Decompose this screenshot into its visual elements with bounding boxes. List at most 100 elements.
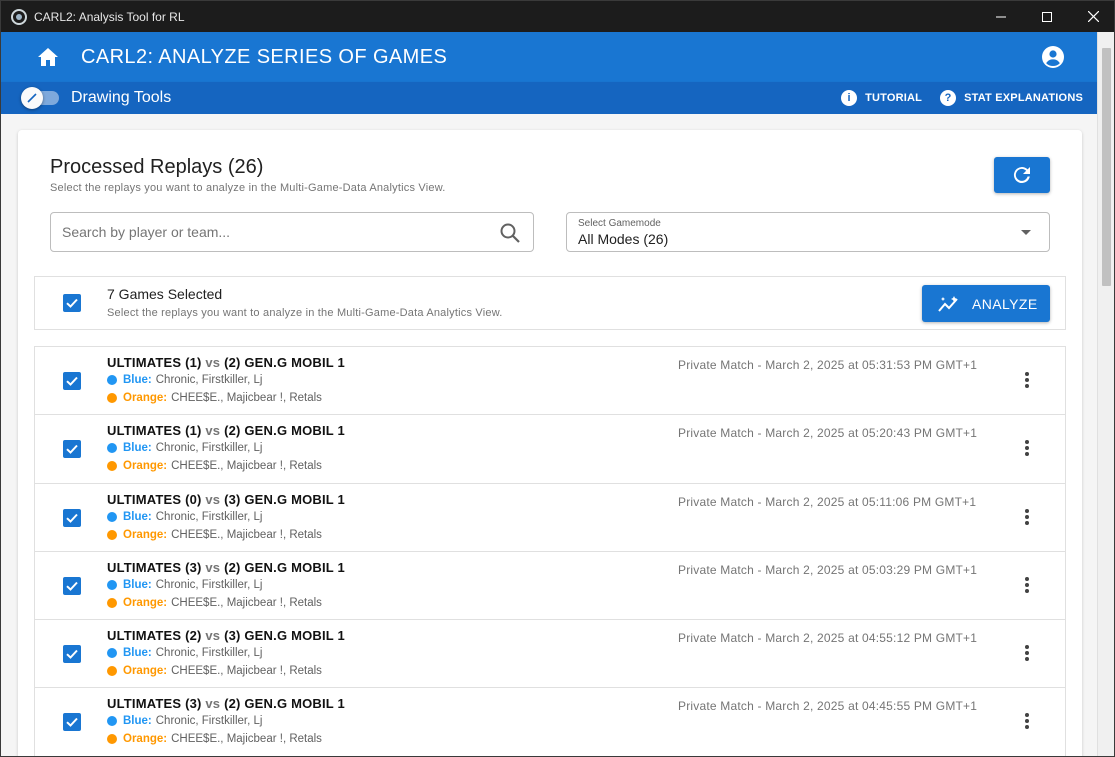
refresh-button[interactable] — [994, 157, 1050, 193]
more-vert-dot — [1025, 520, 1029, 525]
home-icon — [38, 48, 58, 66]
blue-team-dot — [107, 375, 117, 385]
replay-row[interactable]: ULTIMATES (3) vs (2) GEN.G MOBIL 1 Blue:… — [35, 552, 1065, 621]
more-options-button[interactable] — [1017, 507, 1037, 527]
replay-match-title: ULTIMATES (3) vs (2) GEN.G MOBIL 1 — [107, 560, 345, 575]
team-2: (2) GEN.G MOBIL 1 — [224, 423, 345, 439]
drawing-tools-toggle[interactable] — [21, 87, 59, 109]
blue-team-label: Blue: — [123, 715, 152, 728]
orange-team-label: Orange: — [123, 596, 168, 609]
checkmark-icon — [66, 513, 78, 523]
replay-checkbox[interactable] — [63, 576, 81, 595]
tutorial-label: TUTORIAL — [865, 92, 923, 104]
search-input[interactable] — [62, 222, 482, 242]
account-button[interactable] — [1041, 45, 1065, 69]
team-1: ULTIMATES (3) — [107, 696, 202, 712]
search-icon[interactable] — [499, 222, 521, 244]
replay-meta: Private Match - March 2, 2025 at 04:45:5… — [678, 699, 978, 714]
blue-team-players: Chronic, Firstkiller, Lj — [155, 715, 263, 728]
replay-row[interactable]: ULTIMATES (1) vs (2) GEN.G MOBIL 1 Blue:… — [35, 415, 1065, 484]
orange-team-label: Orange: — [123, 733, 168, 746]
more-vert-icon — [1025, 645, 1029, 650]
select-all-checkbox[interactable] — [63, 294, 81, 312]
checkmark-icon — [66, 650, 78, 660]
info-icon: i — [841, 90, 858, 106]
replay-checkbox[interactable] — [63, 508, 81, 527]
home-button[interactable] — [37, 46, 59, 68]
app-logo-icon — [11, 8, 27, 25]
team-2: (2) GEN.G MOBIL 1 — [224, 696, 345, 712]
main-content: Processed Replays (26) Select the replay… — [1, 114, 1099, 756]
orange-team-players: CHEE$E., Majicbear !, Retals — [171, 665, 322, 678]
replay-checkbox[interactable] — [63, 645, 81, 664]
more-options-button[interactable] — [1017, 711, 1037, 731]
orange-team-label: Orange: — [123, 665, 168, 678]
replay-row[interactable]: ULTIMATES (3) vs (2) GEN.G MOBIL 1 Blue:… — [35, 688, 1065, 756]
gamemode-select[interactable]: Select Gamemode All Modes (26) — [566, 212, 1050, 252]
team-2: (3) GEN.G MOBIL 1 — [224, 628, 345, 644]
analyze-button[interactable]: ANALYZE — [922, 285, 1050, 322]
analyze-label: ANALYZE — [972, 295, 1038, 312]
team-1: ULTIMATES (1) — [107, 355, 202, 370]
more-options-button[interactable] — [1017, 370, 1037, 390]
gamemode-select-label: Select Gamemode — [578, 218, 661, 229]
more-options-button[interactable] — [1017, 643, 1037, 663]
blue-team-dot — [107, 511, 117, 522]
app-window: CARL2: Analysis Tool for RL CARL2: ANALY… — [0, 0, 1115, 757]
close-window-button[interactable] — [1070, 1, 1114, 32]
selection-hint: Select the replays you want to analyze i… — [107, 307, 503, 319]
orange-team-players: CHEE$E., Majicbear !, Retals — [171, 528, 322, 541]
blue-team-dot — [107, 443, 117, 454]
toolbar-actions: i TUTORIAL ? STAT EXPLANATIONS — [823, 82, 1083, 114]
help-icon: ? — [940, 90, 957, 106]
replay-row[interactable]: ULTIMATES (0) vs (3) GEN.G MOBIL 1 Blue:… — [35, 484, 1065, 552]
orange-team-dot — [107, 734, 117, 745]
team-2: (2) GEN.G MOBIL 1 — [224, 559, 345, 575]
page-title: CARL2: ANALYZE SERIES OF GAMES — [81, 45, 448, 68]
blue-team-dot — [107, 716, 117, 727]
replay-row[interactable]: ULTIMATES (2) vs (3) GEN.G MOBIL 1 Blue:… — [35, 620, 1065, 689]
maximize-button[interactable] — [1024, 1, 1070, 32]
orange-team-players: CHEE$E., Majicbear !, Retals — [171, 392, 322, 404]
more-options-button[interactable] — [1017, 438, 1037, 458]
more-vert-dot — [1025, 725, 1029, 730]
replay-checkbox[interactable] — [63, 440, 81, 459]
replay-checkbox[interactable] — [63, 713, 81, 732]
chevron-down-icon — [1021, 230, 1031, 235]
blue-team-dot — [107, 648, 117, 659]
blue-team-line: Blue: Chronic, Firstkiller, Lj — [107, 715, 262, 727]
more-vert-icon — [1025, 713, 1029, 718]
vs-label: vs — [205, 696, 221, 712]
minimize-button[interactable] — [978, 1, 1024, 32]
replay-match-title: ULTIMATES (0) vs (3) GEN.G MOBIL 1 — [107, 492, 345, 507]
more-vert-dot — [1025, 582, 1029, 587]
team-1: ULTIMATES (3) — [107, 559, 202, 575]
blue-team-dot — [107, 579, 117, 590]
tutorial-button[interactable]: i TUTORIAL — [841, 90, 922, 106]
search-field[interactable] — [50, 212, 534, 252]
orange-team-line: Orange: CHEE$E., Majicbear !, Retals — [107, 392, 322, 404]
pencil-icon — [27, 93, 37, 103]
scrollbar[interactable] — [1097, 32, 1114, 756]
replay-match-title: ULTIMATES (3) vs (2) GEN.G MOBIL 1 — [107, 696, 345, 711]
stat-explanations-button[interactable]: ? STAT EXPLANATIONS — [940, 90, 1083, 106]
card-title: Processed Replays (26) — [50, 156, 264, 178]
team-1: ULTIMATES (0) — [107, 491, 202, 507]
window-title: CARL2: Analysis Tool for RL — [34, 9, 185, 24]
more-vert-dot — [1025, 514, 1029, 519]
maximize-icon — [1042, 11, 1052, 22]
checkmark-icon — [66, 581, 78, 591]
secondary-toolbar: Drawing Tools i TUTORIAL ? STAT EXPLANAT… — [1, 82, 1099, 114]
blue-team-label: Blue: — [123, 647, 152, 660]
orange-team-line: Orange: CHEE$E., Majicbear !, Retals — [107, 665, 322, 677]
replay-checkbox[interactable] — [63, 372, 81, 390]
more-options-button[interactable] — [1017, 575, 1037, 595]
minimize-icon — [996, 16, 1006, 17]
replay-row[interactable]: ULTIMATES (1) vs (2) GEN.G MOBIL 1 Blue:… — [35, 347, 1065, 416]
auto-graph-icon — [938, 295, 958, 312]
replay-meta: Private Match - March 2, 2025 at 05:31:5… — [678, 358, 978, 372]
replay-match-title: ULTIMATES (1) vs (2) GEN.G MOBIL 1 — [107, 423, 345, 438]
gamemode-select-value: All Modes (26) — [578, 231, 669, 247]
orange-team-dot — [107, 461, 117, 472]
scrollbar-thumb[interactable] — [1102, 48, 1111, 286]
